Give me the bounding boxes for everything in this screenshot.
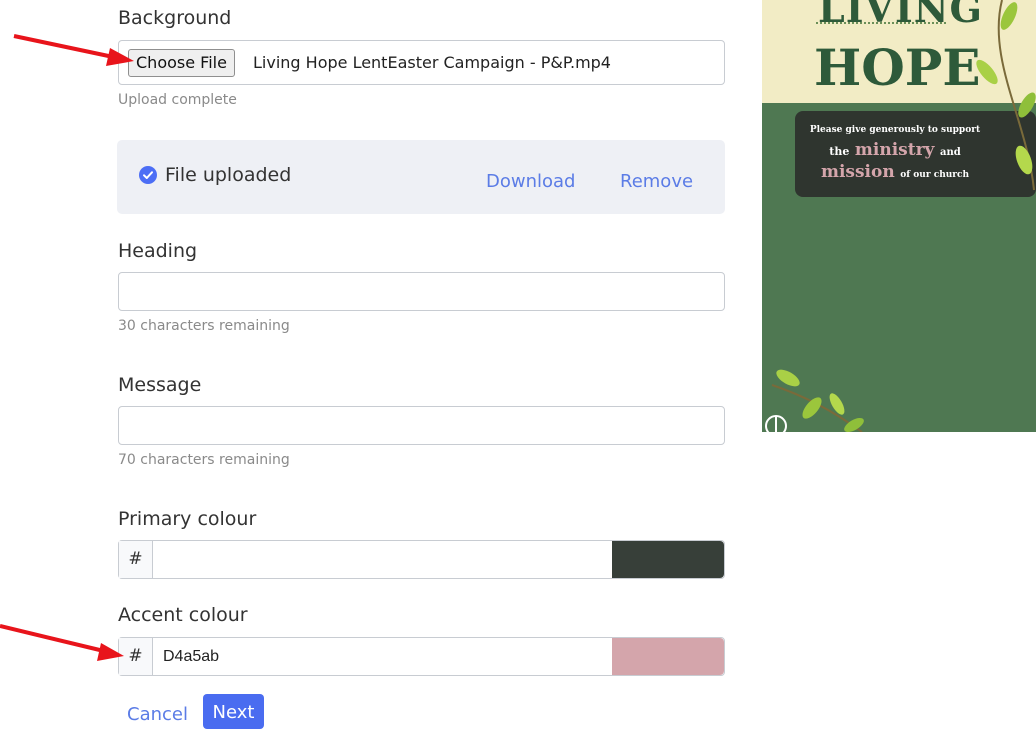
vine-leaves-decoration [765,0,1036,432]
selected-file-name: Living Hope LentEaster Campaign - P&P.mp… [253,53,611,72]
accent-colour-input[interactable] [153,638,613,675]
heading-input[interactable] [118,272,725,311]
background-file-input[interactable]: Choose File Living Hope LentEaster Campa… [118,40,725,85]
arrowhead-icon [97,643,124,661]
primary-colour-field: # [118,540,725,579]
next-button[interactable]: Next [203,694,264,729]
primary-colour-input[interactable] [153,541,613,578]
message-input[interactable] [118,406,725,445]
accent-colour-swatch[interactable] [612,638,724,675]
download-link[interactable]: Download [486,171,575,192]
arrow-to-choose-file [13,34,119,60]
file-uploaded-label: File uploaded [165,164,292,186]
arrow-to-accent-colour [0,624,109,654]
preview-image: LIVING HOPE Please give generously to su… [762,0,1036,432]
file-uploaded-panel: File uploaded Download Remove [117,140,725,214]
arrowhead-icon [106,48,134,66]
remove-link[interactable]: Remove [620,171,693,192]
annotation-arrows [0,34,134,661]
accent-colour-field: # [118,637,725,676]
primary-colour-swatch[interactable] [612,541,724,578]
